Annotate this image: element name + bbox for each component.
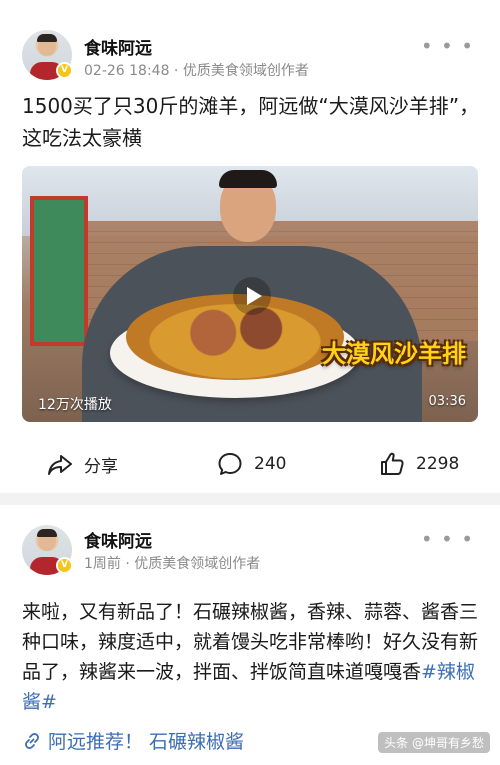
- product-link[interactable]: 阿远推荐！ 石碾辣椒酱: [22, 727, 244, 754]
- video-caption: 大漠风沙羊排: [322, 340, 466, 368]
- video-thumbnail[interactable]: 大漠风沙羊排 12万次播放 03:36: [22, 166, 478, 422]
- view-count: 12万次播放: [38, 397, 112, 413]
- like-icon: [381, 452, 404, 475]
- like-count: 2298: [416, 454, 460, 474]
- more-options-icon[interactable]: • • •: [421, 34, 474, 58]
- video-person-hair: [219, 170, 277, 188]
- post-actions: 分享 240 2298: [0, 448, 500, 484]
- comment-icon: [218, 453, 242, 475]
- link-icon: [25, 732, 39, 749]
- avatar-hair: [37, 529, 57, 537]
- author-name[interactable]: 食味阿远: [84, 34, 152, 59]
- video-duration: 03:36: [428, 394, 466, 409]
- feed-post-1: V 食味阿远 02-26 18:48 · 优质美食领域创作者 • • • 150…: [0, 0, 500, 493]
- share-button[interactable]: 分享: [46, 448, 118, 480]
- video-bg-door: [30, 196, 88, 346]
- comment-count: 240: [254, 454, 287, 474]
- verified-badge-icon: V: [56, 557, 73, 574]
- avatar-hair: [37, 34, 57, 42]
- post-meta: 02-26 18:48 · 优质美食领域创作者: [84, 63, 309, 79]
- comment-button[interactable]: 240: [216, 448, 286, 480]
- play-icon[interactable]: [232, 276, 272, 316]
- watermark: 头条 @坤哥有乡愁: [378, 732, 490, 753]
- product-link-label: 阿远推荐！ 石碾辣椒酱: [48, 731, 245, 753]
- author-name[interactable]: 食味阿远: [84, 527, 152, 552]
- post-meta: 1周前 · 优质美食领域创作者: [84, 556, 261, 572]
- verified-badge-icon: V: [56, 62, 73, 79]
- more-options-icon[interactable]: • • •: [421, 527, 474, 551]
- share-label: 分享: [84, 456, 118, 477]
- like-button[interactable]: 2298: [378, 448, 459, 480]
- post-text[interactable]: 来啦，又有新品了！石碾辣椒酱，香辣、蒜蓉、酱香三种口味，辣度适中，就着馒头吃非常…: [22, 597, 480, 717]
- post-title[interactable]: 1500买了只30斤的滩羊，阿远做“大漠风沙羊排”，这吃法太豪横: [22, 90, 482, 154]
- feed-post-2: V 食味阿远 1周前 · 优质美食领域创作者 • • • 来啦，又有新品了！石碾…: [0, 505, 500, 765]
- post-text-body: 来啦，又有新品了！石碾辣椒酱，香辣、蒜蓉、酱香三种口味，辣度适中，就着馒头吃非常…: [22, 601, 479, 683]
- share-icon: [48, 455, 72, 475]
- feed-divider: [0, 493, 500, 505]
